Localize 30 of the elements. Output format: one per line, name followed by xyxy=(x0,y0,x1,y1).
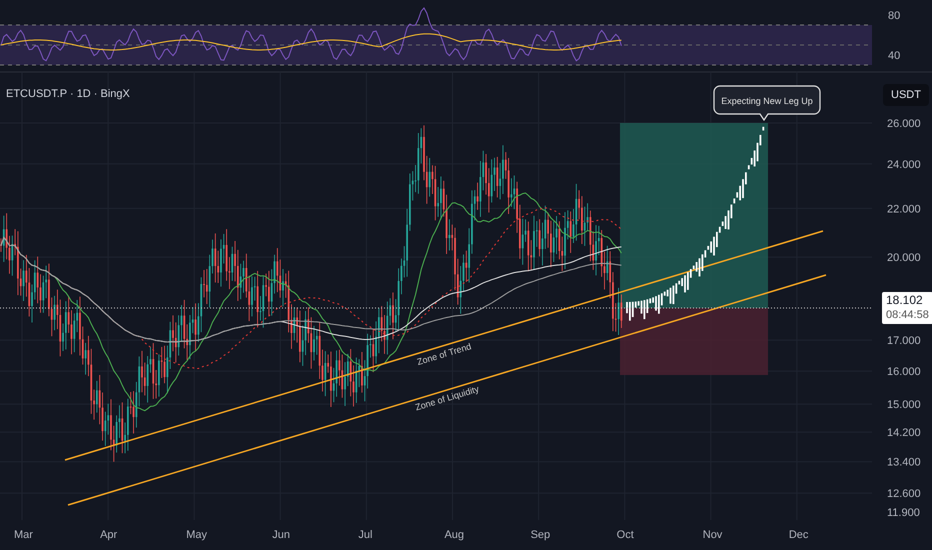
price-axis-label: 16.000 xyxy=(887,366,921,378)
rsi-axis-label: 40 xyxy=(888,50,900,62)
time-axis-label: Sep xyxy=(530,529,552,541)
time-axis-label: Mar xyxy=(14,529,34,541)
time-axis-label: Jul xyxy=(358,529,374,541)
price-axis-label: 24.000 xyxy=(887,158,921,171)
rsi-axis-label: 80 xyxy=(888,10,900,22)
price-axis-label: 14.200 xyxy=(887,427,921,440)
last-price: 18.102 xyxy=(886,293,924,308)
trendline-label: Zone of Trend xyxy=(416,341,472,368)
time-axis-label: Oct xyxy=(616,529,635,541)
price-axis-label: 17.000 xyxy=(887,335,921,348)
price-axis-label: 15.000 xyxy=(887,399,921,412)
price-axis-label: 13.400 xyxy=(887,456,921,469)
time-axis-label: Apr xyxy=(100,529,118,541)
price-axis-label: 26.000 xyxy=(887,118,921,130)
callout-text: Expecting New Leg Up xyxy=(721,96,813,106)
time-axis-label: May xyxy=(186,529,208,541)
time-axis-label: Aug xyxy=(444,529,466,541)
time-axis-label: Dec xyxy=(788,529,810,541)
time-axis-label: Jun xyxy=(272,529,292,541)
price-axis-label: 22.000 xyxy=(887,203,921,216)
symbol-title: ETCUSDT.P · 1D · BingX xyxy=(6,88,130,100)
bar-countdown: 08:44:58 xyxy=(886,308,929,324)
price-axis-label: 20.000 xyxy=(887,252,921,264)
price-axis-label: 11.900 xyxy=(887,507,920,519)
time-axis-label: Nov xyxy=(702,529,724,541)
price-axis-label: 12.600 xyxy=(887,488,921,500)
currency-badge[interactable]: USDT xyxy=(883,84,929,106)
trendline-label: Zone of Liquidity xyxy=(414,384,480,412)
